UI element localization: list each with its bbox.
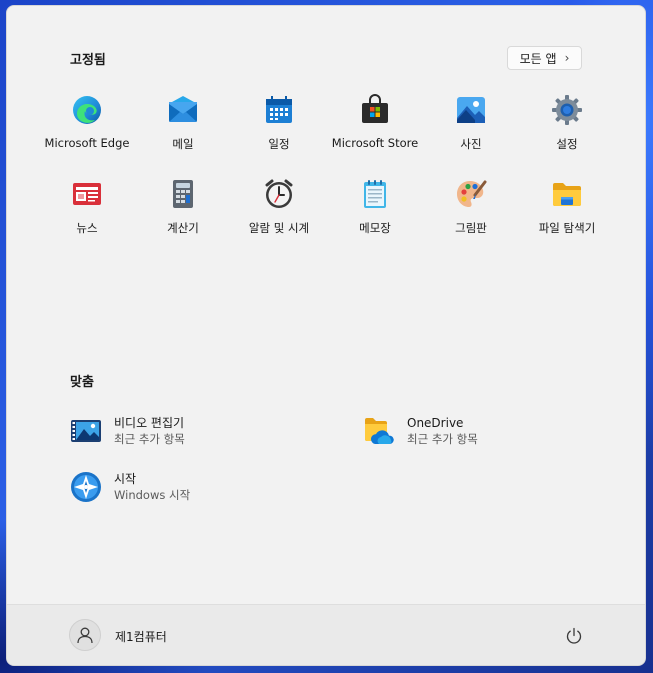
pinned-app-calendar[interactable]: 일정: [231, 90, 327, 174]
get-started-icon: [70, 471, 102, 503]
recommended-item-video-editor[interactable]: 비디오 편집기 최근 추가 항목: [70, 415, 185, 447]
recommended-item-get-started[interactable]: 시작 Windows 시작: [70, 471, 190, 503]
user-avatar[interactable]: [69, 619, 101, 651]
start-menu-footer: 제1컴퓨터: [7, 604, 645, 665]
paint-icon: [455, 178, 487, 210]
pinned-app-label: 뉴스: [76, 221, 98, 235]
recommended-item-onedrive[interactable]: OneDrive 최근 추가 항목: [363, 415, 478, 447]
pinned-app-label: Microsoft Edge: [44, 136, 130, 150]
all-apps-label: 모든 앱: [519, 51, 557, 66]
pinned-apps-grid: Microsoft Edge 메일 일정 Microsoft Store 사진 …: [39, 90, 615, 258]
pinned-app-label: 사진: [460, 137, 482, 151]
pinned-app-label: 파일 탐색기: [538, 221, 596, 235]
recommended-item-name: 비디오 편집기: [114, 416, 185, 430]
user-name[interactable]: 제1컴퓨터: [115, 628, 167, 645]
mail-icon: [167, 94, 199, 126]
pinned-app-label: 설정: [556, 137, 578, 151]
pinned-app-label: 메모장: [359, 221, 391, 235]
pinned-app-notepad[interactable]: 메모장: [327, 174, 423, 258]
pinned-app-file-explorer[interactable]: 파일 탐색기: [519, 174, 615, 258]
store-icon: [359, 94, 391, 126]
calculator-icon: [167, 178, 199, 210]
photos-icon: [455, 94, 487, 126]
recommended-item-name: 시작: [114, 472, 137, 486]
pinned-app-label: 그림판: [455, 221, 487, 235]
pinned-app-label: 알람 및 시계: [248, 221, 310, 235]
all-apps-button[interactable]: 모든 앱 ›: [507, 46, 582, 70]
pinned-app-store[interactable]: Microsoft Store: [327, 90, 423, 174]
pinned-app-settings[interactable]: 설정: [519, 90, 615, 174]
pinned-app-mail[interactable]: 메일: [135, 90, 231, 174]
pinned-app-photos[interactable]: 사진: [423, 90, 519, 174]
recommended-item-subtitle: Windows 시작: [114, 488, 191, 502]
settings-gear-icon: [551, 94, 583, 126]
pinned-app-label: 일정: [268, 137, 290, 151]
pinned-app-calculator[interactable]: 계산기: [135, 174, 231, 258]
pinned-section-title: 고정됨: [70, 53, 106, 68]
folder-icon: [551, 178, 583, 210]
power-button[interactable]: [562, 624, 586, 648]
recommended-item-subtitle: 최근 추가 항목: [407, 432, 478, 446]
pinned-app-label: 메일: [172, 137, 194, 151]
pinned-app-label: Microsoft Store: [331, 136, 419, 150]
clock-icon: [263, 178, 295, 210]
video-editor-icon: [70, 415, 102, 447]
recommended-section-title: 맞춤: [70, 375, 94, 390]
pinned-app-paint[interactable]: 그림판: [423, 174, 519, 258]
recommended-item-name: OneDrive: [407, 416, 464, 430]
recommended-item-subtitle: 최근 추가 항목: [114, 432, 185, 446]
onedrive-icon: [363, 415, 395, 447]
pinned-app-clock[interactable]: 알람 및 시계: [231, 174, 327, 258]
news-icon: [71, 178, 103, 210]
calendar-icon: [263, 94, 295, 126]
power-icon: [566, 627, 582, 644]
pinned-app-label: 계산기: [167, 221, 199, 235]
notepad-icon: [359, 178, 391, 210]
pinned-app-news[interactable]: 뉴스: [39, 174, 135, 258]
pinned-app-edge[interactable]: Microsoft Edge: [39, 90, 135, 174]
edge-icon: [71, 94, 103, 126]
chevron-right-icon: ›: [564, 51, 570, 65]
start-menu: 고정됨 모든 앱 › Microsoft Edge 메일 일정 Microsof…: [6, 5, 646, 666]
user-icon: [77, 627, 93, 644]
